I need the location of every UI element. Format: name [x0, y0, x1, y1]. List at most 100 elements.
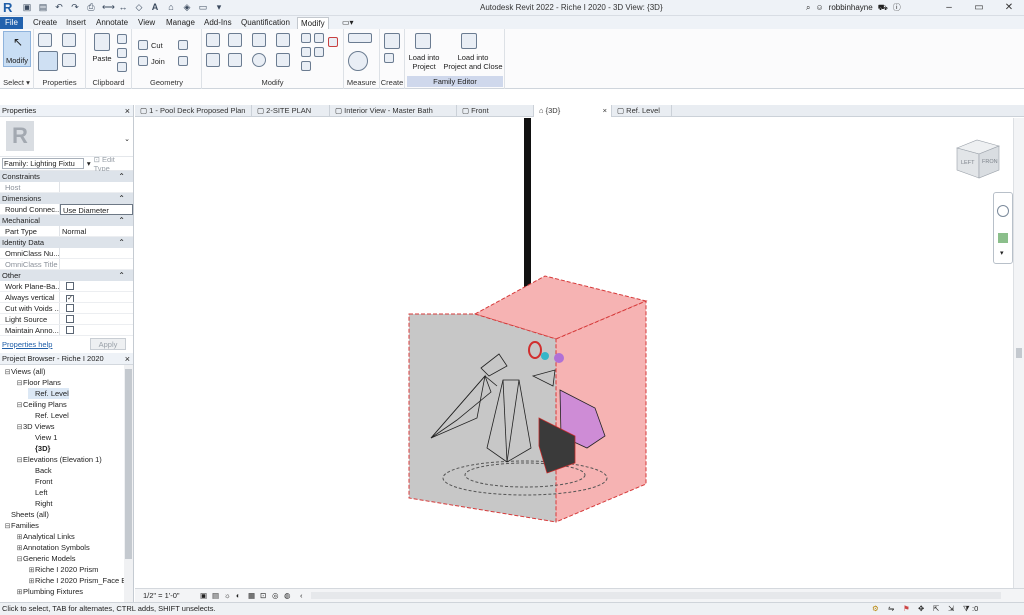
expand-toggle-icon[interactable]: ⊟ — [16, 378, 23, 389]
property-section[interactable]: Mechanical ⌃ — [0, 215, 133, 226]
edit-type-button[interactable]: ⊡ Edit Type — [94, 155, 133, 173]
select-links-icon[interactable]: ⇋ — [888, 603, 894, 615]
collapse-icon[interactable]: ⌃ — [118, 193, 125, 204]
property-value[interactable]: Normal — [60, 226, 133, 236]
wall-joins-icon[interactable] — [178, 40, 188, 50]
browser-tree-item[interactable]: ⊟3D Views — [16, 421, 55, 432]
property-value[interactable] — [60, 248, 133, 258]
expand-toggle-icon[interactable]: ⊟ — [4, 367, 11, 378]
tab-create[interactable]: Create — [30, 17, 60, 29]
browser-tree-item[interactable]: View 1 — [28, 432, 57, 443]
browser-tree-item[interactable]: ⊟Elevations (Elevation 1) — [16, 454, 102, 465]
dropdown-icon[interactable]: ▾ — [87, 159, 91, 168]
measure-icon[interactable] — [348, 33, 372, 43]
browser-tree-item[interactable]: ⊞Analytical Links — [16, 531, 75, 542]
create-icon[interactable] — [384, 33, 400, 49]
collapse-icon[interactable]: ⌃ — [118, 237, 125, 248]
type-properties-icon[interactable] — [62, 33, 76, 47]
pin-icon[interactable] — [314, 47, 324, 57]
browser-tree-item[interactable]: ⊞Annotation Symbols — [16, 542, 90, 553]
close-hidden-icon[interactable]: ▭ — [198, 2, 208, 12]
view-tab[interactable]: ▢ 1 - Pool Deck Proposed Plan — [135, 105, 252, 117]
property-checkbox[interactable] — [66, 326, 74, 334]
property-value[interactable] — [60, 182, 133, 192]
split-icon[interactable] — [301, 33, 311, 43]
tab-manage[interactable]: Manage — [163, 17, 198, 29]
modify-button[interactable]: ↖ Modify — [3, 31, 31, 67]
browser-tree-item[interactable]: ⊟Ceiling Plans — [16, 399, 67, 410]
offset-icon[interactable] — [228, 33, 242, 47]
chevron-down-icon[interactable]: ⌄ — [124, 135, 130, 143]
detail-level-icon[interactable]: ▣ — [200, 589, 207, 602]
redo-icon[interactable]: ↷ — [70, 2, 80, 12]
browser-tree-item[interactable]: {3D} — [28, 443, 50, 454]
steering-wheel-icon[interactable] — [997, 205, 1009, 217]
browser-tree-item[interactable]: ⊟Generic Models — [16, 553, 76, 564]
browser-tree-item[interactable]: ⊞Riche I 2020 Prism_Face B — [28, 575, 127, 586]
scale-icon[interactable] — [301, 47, 311, 57]
render-icon[interactable]: ▦ — [248, 589, 255, 602]
undo-icon[interactable]: ↶ — [54, 2, 64, 12]
tab-file[interactable]: File — [0, 17, 23, 29]
contextual-tab-toggle[interactable]: ▭▾ — [339, 17, 357, 29]
collapse-icon[interactable]: ⌃ — [118, 215, 125, 226]
mirror-draw-icon[interactable] — [276, 33, 290, 47]
revit-logo[interactable]: R — [3, 1, 16, 15]
tab-view[interactable]: View — [135, 17, 158, 29]
delete-icon[interactable] — [328, 37, 338, 47]
collapse-icon[interactable]: ⌃ — [118, 270, 125, 281]
collapse-icon[interactable]: ⌃ — [118, 171, 125, 182]
paste-button[interactable]: Paste — [88, 54, 116, 63]
text-icon[interactable]: A — [150, 2, 160, 12]
family-selector[interactable]: Family: Lighting Fixtu — [2, 158, 84, 169]
canvas-vertical-scrollbar[interactable] — [1013, 118, 1024, 588]
print-icon[interactable]: ⎙ — [86, 2, 96, 12]
family-category-icon[interactable] — [38, 33, 52, 47]
close-icon[interactable]: × — [125, 353, 130, 365]
browser-tree-item[interactable]: ⊟Families — [4, 520, 39, 531]
measure-icon[interactable]: ⟷ — [102, 2, 115, 12]
copy-icon[interactable] — [117, 48, 127, 58]
tab-quantification[interactable]: Quantification — [238, 17, 293, 29]
username[interactable]: robbinhayne — [829, 3, 873, 12]
viewcube[interactable]: LEFT FRON — [955, 134, 1003, 184]
unpin-icon[interactable] — [301, 61, 311, 71]
cut-geometry-icon[interactable] — [138, 40, 148, 50]
property-checkbox[interactable]: ✓ — [66, 295, 74, 302]
browser-scroll-thumb[interactable] — [125, 369, 132, 559]
view-tab[interactable]: ▢ Front — [457, 105, 534, 117]
chevron-left-icon[interactable]: ‹ — [300, 589, 303, 602]
view-scale[interactable]: 1/2" = 1'-0" — [143, 589, 180, 602]
shadows-icon[interactable]: ◐ — [236, 589, 241, 602]
property-value[interactable] — [60, 325, 133, 335]
browser-tree-item[interactable]: Ref. Level — [28, 388, 69, 399]
property-value[interactable]: ✓ — [60, 292, 133, 302]
property-value[interactable]: Use Diameter — [60, 204, 133, 215]
tab-insert[interactable]: Insert — [63, 17, 89, 29]
browser-tree-item[interactable]: Back — [28, 465, 52, 476]
view-tab[interactable]: ▢ Interior View - Master Bath — [330, 105, 457, 117]
customize-icon[interactable]: ▾ — [214, 2, 224, 12]
save-icon[interactable]: ▤ — [38, 2, 48, 12]
horizontal-scrollbar[interactable] — [311, 592, 1001, 599]
browser-tree-item[interactable]: ⊞Plumbing Fixtures — [16, 586, 83, 597]
expand-toggle-icon[interactable]: ⊟ — [16, 455, 23, 466]
property-section[interactable]: Dimensions ⌃ — [0, 193, 133, 204]
browser-tree-item[interactable]: ⊟Views (all) — [4, 366, 46, 378]
match-properties-icon[interactable] — [117, 62, 127, 72]
drag-elements-icon[interactable]: ⇲ — [948, 603, 954, 615]
browser-tree-item[interactable]: Front — [28, 476, 53, 487]
drawing-canvas[interactable] — [135, 118, 1013, 588]
close-button[interactable]: ✕ — [994, 0, 1024, 16]
minimize-button[interactable]: – — [934, 0, 964, 16]
3d-view-icon[interactable]: ⌂ — [166, 2, 176, 12]
create-similar-icon[interactable] — [384, 53, 394, 63]
select-underlay-icon[interactable]: ⚑ — [903, 603, 910, 615]
search-icon[interactable]: ⌕ — [806, 3, 810, 13]
family-types-icon[interactable] — [62, 53, 76, 67]
browser-tree-item[interactable]: Ref. Level — [28, 410, 69, 421]
copy-element-icon[interactable] — [228, 53, 242, 67]
select-pinned-icon[interactable]: ✥ — [918, 603, 924, 615]
properties-help-link[interactable]: Properties help — [2, 340, 52, 349]
select-by-face-icon[interactable]: ⇱ — [933, 603, 939, 615]
